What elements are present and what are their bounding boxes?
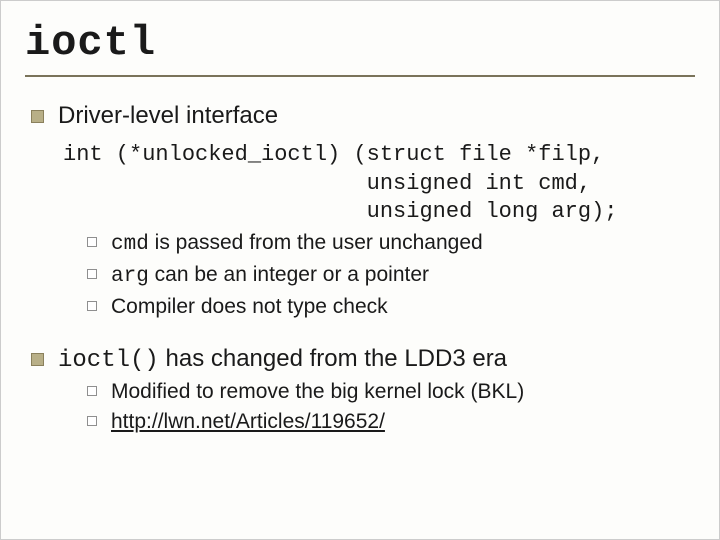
hollow-square-bullet-icon [87, 386, 97, 396]
text-fragment: Compiler does not type check [111, 295, 388, 318]
hollow-square-bullet-icon [87, 416, 97, 426]
sub-bullet-item: http://lwn.net/Articles/119652/ [87, 408, 695, 436]
text-fragment: has changed from the LDD3 era [159, 345, 507, 372]
slide-content: Driver-level interface int (*unlocked_io… [25, 101, 695, 437]
bullet-item: Driver-level interface [31, 101, 695, 131]
sub-bullet-text: Modified to remove the big kernel lock (… [111, 378, 524, 406]
sub-bullet-text: cmd is passed from the user unchanged [111, 229, 483, 259]
sub-bullet-item: Modified to remove the big kernel lock (… [87, 378, 695, 406]
slide: ioctl Driver-level interface int (*unloc… [0, 0, 720, 540]
bullet-text: Driver-level interface [58, 101, 278, 131]
text-fragment: is passed from the user unchanged [149, 231, 483, 254]
sub-bullet-item: arg can be an integer or a pointer [87, 261, 695, 291]
text-fragment: can be an integer or a pointer [149, 263, 429, 286]
code-inline: cmd [111, 233, 149, 256]
hollow-square-bullet-icon [87, 237, 97, 247]
bullet-item: ioctl() has changed from the LDD3 era [31, 344, 695, 376]
square-bullet-icon [31, 353, 44, 366]
slide-title: ioctl [25, 15, 695, 75]
bullet-text: ioctl() has changed from the LDD3 era [58, 344, 507, 376]
title-underline [25, 75, 695, 77]
link[interactable]: http://lwn.net/Articles/119652/ [111, 410, 385, 433]
hollow-square-bullet-icon [87, 301, 97, 311]
sub-bullet-item: cmd is passed from the user unchanged [87, 229, 695, 259]
spacer [31, 322, 695, 336]
sub-bullet-item: Compiler does not type check [87, 293, 695, 321]
code-block: int (*unlocked_ioctl) (struct file *filp… [63, 141, 695, 227]
sub-bullet-text: arg can be an integer or a pointer [111, 261, 429, 291]
code-inline: arg [111, 265, 149, 288]
code-inline: ioctl() [58, 347, 159, 374]
sub-bullet-text: http://lwn.net/Articles/119652/ [111, 408, 385, 436]
sub-bullet-text: Compiler does not type check [111, 293, 388, 321]
hollow-square-bullet-icon [87, 269, 97, 279]
square-bullet-icon [31, 110, 44, 123]
